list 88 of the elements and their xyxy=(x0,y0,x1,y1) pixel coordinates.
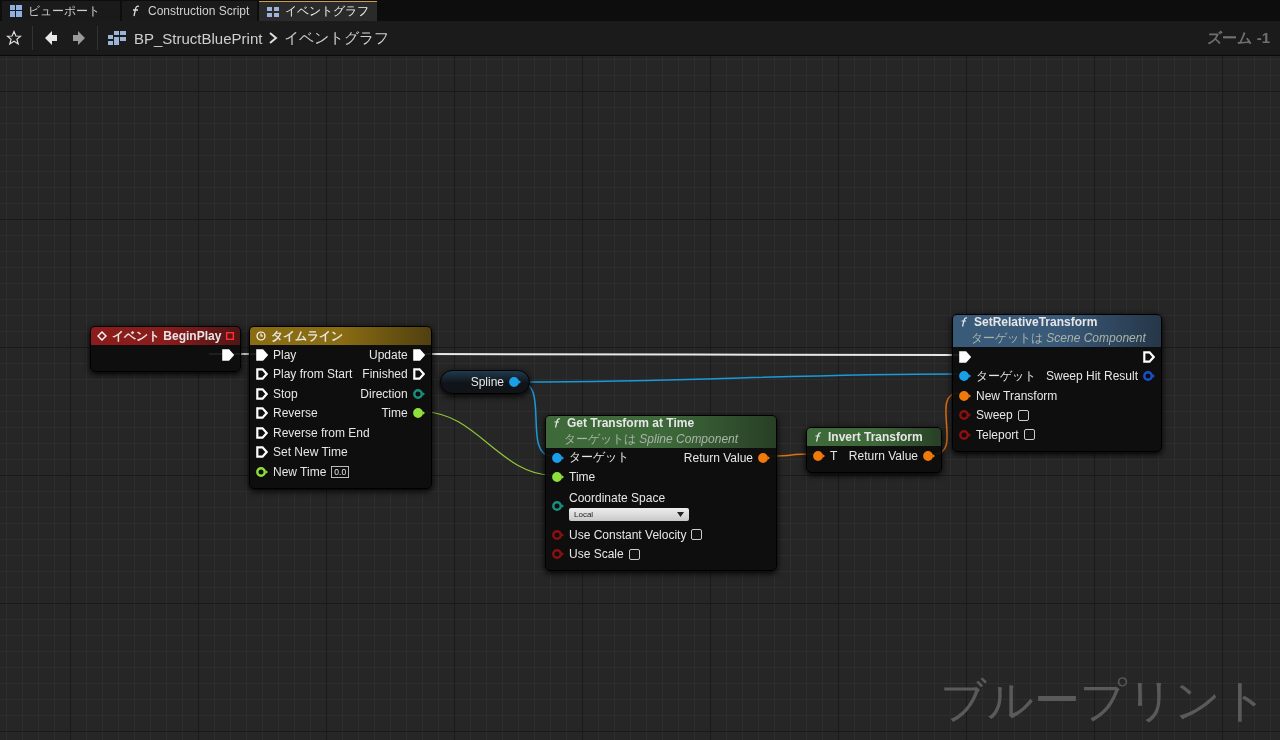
arrow-right-icon xyxy=(72,30,86,46)
exec-pin-icon[interactable] xyxy=(256,407,268,420)
pin-label: ターゲット xyxy=(569,449,629,467)
data-pin-icon[interactable] xyxy=(256,465,268,478)
pin-label: Time xyxy=(381,406,408,421)
pin-label: New Transform xyxy=(976,388,1058,403)
viewport-icon xyxy=(10,5,22,17)
pin-label: Use Constant Velocity xyxy=(569,527,687,542)
pin-label: Use Scale xyxy=(569,547,624,562)
pin-label: Reverse xyxy=(273,406,318,421)
function-node[interactable]: Get Transform at Time ターゲットは Spline Component ターゲット Return Value Time Coordinate Space Local Use Constant Velocity Use Scale xyxy=(545,415,777,571)
graph-icon xyxy=(108,31,126,45)
exec-pin-icon[interactable] xyxy=(256,387,268,400)
pin-label: Reverse from End xyxy=(273,425,370,440)
node-subtitle: ターゲットは Scene Component xyxy=(970,330,1146,347)
caret-icon xyxy=(677,512,684,517)
pin-label: New Time xyxy=(273,464,327,479)
star-icon xyxy=(6,30,22,46)
checkbox[interactable] xyxy=(1023,429,1035,441)
exec-pin-icon[interactable] xyxy=(412,348,425,361)
exec-pin-icon[interactable] xyxy=(1143,350,1156,363)
pin-label: Play xyxy=(273,347,297,362)
pin-label: Update xyxy=(369,347,408,362)
event-icon xyxy=(97,331,107,341)
pin-label: Finished xyxy=(362,367,408,382)
function-icon xyxy=(813,432,823,442)
pin-label: Sweep Hit Result xyxy=(1046,369,1139,384)
function-icon xyxy=(959,317,969,327)
tab[interactable]: ビューポート xyxy=(2,1,120,21)
exec-pin-icon[interactable] xyxy=(412,368,425,381)
exec-pin-icon[interactable] xyxy=(222,348,235,361)
arrow-left-icon xyxy=(44,30,58,46)
function-node[interactable]: SetRelativeTransform ターゲットは Scene Component ターゲット Sweep Hit Result New Transform Sweep Teleport xyxy=(952,314,1163,452)
breadcrumb-link[interactable]: BP_StructBluePrint xyxy=(134,29,263,47)
checkbox[interactable] xyxy=(691,529,703,541)
pin-label: Return Value xyxy=(683,450,753,465)
data-pin-icon[interactable] xyxy=(552,500,564,512)
number-field[interactable]: 0.0 xyxy=(331,465,350,478)
checkbox[interactable] xyxy=(628,548,640,560)
event-node[interactable]: イベント BeginPlay xyxy=(90,326,242,372)
pin-label: Coordinate Space xyxy=(569,491,667,505)
chevron-icon xyxy=(268,32,279,44)
data-pin-icon[interactable] xyxy=(758,451,770,464)
pin-label: Teleport xyxy=(976,427,1019,442)
pin-label: Play from Start xyxy=(273,367,353,382)
exec-pin-icon[interactable] xyxy=(959,350,971,363)
data-pin-icon[interactable] xyxy=(412,387,425,400)
pin-label: Spline xyxy=(470,375,504,389)
function-icon xyxy=(552,418,562,428)
data-pin-icon[interactable] xyxy=(412,407,425,420)
graph-icon xyxy=(267,5,280,18)
tab[interactable]: Construction Script xyxy=(122,1,258,21)
node-title: タイムライン xyxy=(271,327,343,345)
node-title: Invert Transform xyxy=(828,430,923,444)
function-icon xyxy=(130,5,142,17)
tab[interactable]: イベントグラフ xyxy=(259,1,378,21)
clock-icon xyxy=(256,331,266,341)
data-pin-icon[interactable] xyxy=(552,451,564,464)
exec-pin-icon[interactable] xyxy=(256,446,268,459)
exec-pin-icon[interactable] xyxy=(256,348,268,361)
checkbox[interactable] xyxy=(1017,409,1029,421)
pin-label: ターゲット xyxy=(976,367,1036,385)
pin-label: Stop xyxy=(273,386,298,401)
data-pin-icon[interactable] xyxy=(959,389,971,402)
data-pin-icon[interactable] xyxy=(813,449,825,462)
pin-label: Direction xyxy=(360,386,408,401)
node-title: イベント BeginPlay xyxy=(112,327,222,345)
variable-node[interactable]: Spline xyxy=(440,370,530,394)
function-node[interactable]: Invert Transform T Return Value xyxy=(806,427,942,473)
exec-pin-icon[interactable] xyxy=(256,426,268,439)
node-title: SetRelativeTransform xyxy=(974,315,1098,329)
delegate-pin-icon[interactable] xyxy=(226,332,235,340)
data-pin-icon[interactable] xyxy=(923,449,935,462)
data-pin-icon[interactable] xyxy=(959,370,971,383)
exec-pin-icon[interactable] xyxy=(256,368,268,381)
pin-label: Time xyxy=(569,470,596,485)
pin-label: Set New Time xyxy=(273,445,348,460)
pin-label: Return Value xyxy=(848,448,918,463)
node-title: Get Transform at Time xyxy=(567,416,695,430)
data-pin-icon[interactable] xyxy=(509,376,521,388)
pin-label: Sweep xyxy=(976,408,1013,423)
timeline-node[interactable]: タイムライン Play Update Play from Start Finished Stop Direction Reverse Time Reverse from End Set New Time New Time 0.0 xyxy=(249,326,432,489)
pin-label: T xyxy=(830,448,838,463)
zoom-level: ズーム -1 xyxy=(1207,28,1270,48)
dropdown[interactable]: Local xyxy=(569,508,689,521)
data-pin-icon[interactable] xyxy=(552,471,564,484)
breadcrumb-current: イベントグラフ xyxy=(284,28,390,48)
node-subtitle: ターゲットは Spline Component xyxy=(563,431,739,448)
